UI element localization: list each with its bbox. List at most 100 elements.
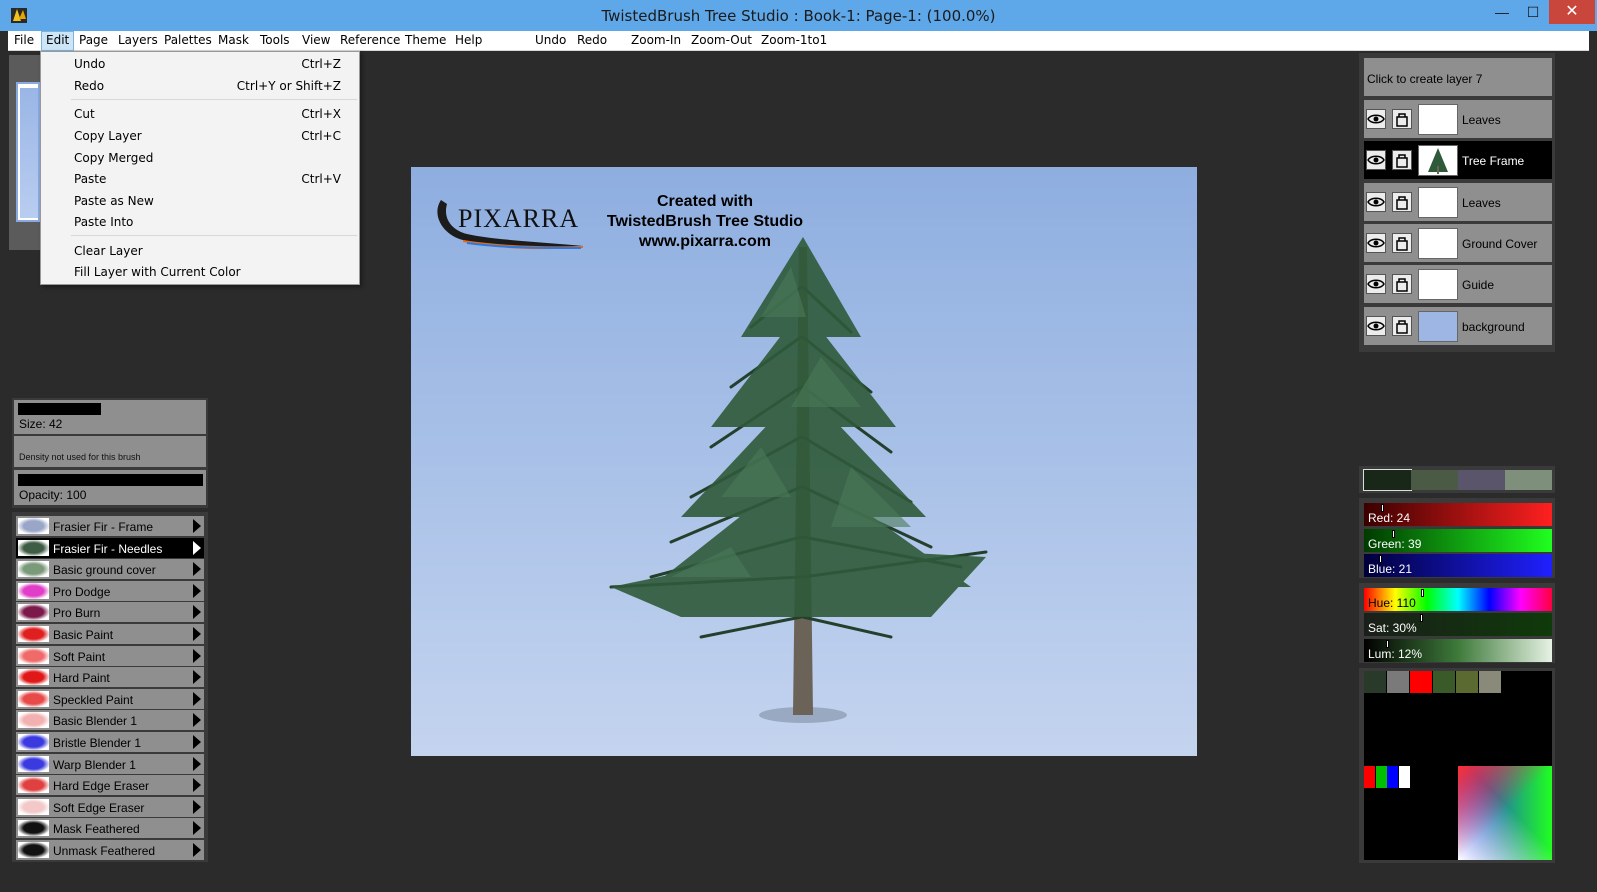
- eye-icon[interactable]: [1366, 315, 1386, 336]
- palette-swatch[interactable]: [1456, 671, 1478, 693]
- palette-swatch[interactable]: [1433, 671, 1455, 693]
- layer-row[interactable]: Tree Frame: [1364, 141, 1552, 180]
- menu-page[interactable]: Page: [79, 33, 108, 47]
- expand-arrow-icon[interactable]: [193, 799, 201, 814]
- toolbar-redo[interactable]: Redo: [577, 33, 607, 47]
- brush-item[interactable]: Mask Feathered: [16, 818, 204, 839]
- brush-item[interactable]: Speckled Paint: [16, 688, 204, 709]
- page-thumbnail[interactable]: [16, 82, 40, 222]
- expand-arrow-icon[interactable]: [193, 540, 201, 555]
- recent-color-swatch[interactable]: [1411, 470, 1458, 490]
- recent-color-swatch[interactable]: [1505, 470, 1552, 490]
- palette-swatch[interactable]: [1387, 766, 1398, 788]
- expand-arrow-icon[interactable]: [193, 519, 201, 533]
- menu-edit[interactable]: Edit: [41, 31, 75, 51]
- menu-reference[interactable]: Reference: [340, 33, 400, 47]
- toolbar-zoom-in[interactable]: Zoom-In: [631, 33, 681, 47]
- menu-item-copy-layer[interactable]: Copy Layer Ctrl+C: [41, 125, 359, 146]
- menu-file[interactable]: File: [14, 33, 34, 47]
- brush-item[interactable]: Basic Paint: [16, 624, 204, 644]
- palette-swatch[interactable]: [1398, 766, 1410, 788]
- color-palette[interactable]: [1364, 671, 1552, 860]
- close-button[interactable]: ✕: [1549, 0, 1595, 24]
- menu-tools[interactable]: Tools: [260, 33, 290, 47]
- eye-icon[interactable]: [1366, 109, 1386, 129]
- palette-swatch[interactable]: [1364, 671, 1386, 693]
- expand-arrow-icon[interactable]: [193, 735, 201, 749]
- eye-icon[interactable]: [1366, 191, 1386, 212]
- blue-slider[interactable]: Blue: 21: [1364, 554, 1552, 577]
- lock-icon[interactable]: [1392, 274, 1412, 295]
- menu-item-redo[interactable]: Redo Ctrl+Y or Shift+Z: [41, 75, 359, 96]
- palette-swatch[interactable]: [1479, 671, 1501, 693]
- menu-mask[interactable]: Mask: [218, 33, 249, 47]
- menu-item-clear-layer[interactable]: Clear Layer: [41, 240, 359, 261]
- expand-arrow-icon[interactable]: [193, 562, 201, 577]
- lock-icon[interactable]: [1392, 150, 1412, 171]
- saturation-slider-thumb[interactable]: [1420, 614, 1423, 622]
- palette-swatch[interactable]: [1410, 671, 1432, 693]
- expand-arrow-icon[interactable]: [193, 670, 201, 685]
- eye-icon[interactable]: [1366, 232, 1386, 253]
- expand-arrow-icon[interactable]: [193, 627, 201, 641]
- menu-item-paste-into[interactable]: Paste Into: [41, 211, 359, 232]
- brush-item[interactable]: Basic Blender 1: [16, 710, 204, 731]
- lock-icon[interactable]: [1392, 109, 1412, 129]
- expand-arrow-icon[interactable]: [193, 778, 201, 793]
- layer-row[interactable]: Guide: [1364, 265, 1552, 304]
- lock-icon[interactable]: [1392, 191, 1412, 212]
- red-slider[interactable]: Red: 24: [1364, 503, 1552, 526]
- brush-item[interactable]: Soft Edge Eraser: [16, 796, 204, 817]
- brush-item[interactable]: Frasier Fir - Needles: [16, 537, 204, 558]
- brush-item[interactable]: Bristle Blender 1: [16, 732, 204, 752]
- brush-item[interactable]: Soft Paint: [16, 645, 204, 666]
- lock-icon[interactable]: [1392, 232, 1412, 253]
- menu-item-paste-as-new[interactable]: Paste as New: [41, 190, 359, 211]
- brush-item[interactable]: Warp Blender 1: [16, 753, 204, 774]
- menu-item-cut[interactable]: Cut Ctrl+X: [41, 103, 359, 124]
- layer-row[interactable]: Ground Cover: [1364, 223, 1552, 262]
- color-picker-square[interactable]: [1458, 766, 1552, 860]
- expand-arrow-icon[interactable]: [193, 756, 201, 771]
- expand-arrow-icon[interactable]: [193, 648, 201, 663]
- menu-view[interactable]: View: [302, 33, 330, 47]
- expand-arrow-icon[interactable]: [193, 843, 201, 857]
- palette-swatch[interactable]: [1387, 671, 1409, 693]
- palette-swatch[interactable]: [1375, 766, 1387, 788]
- expand-arrow-icon[interactable]: [193, 713, 201, 728]
- brush-item[interactable]: Unmask Feathered: [16, 840, 204, 860]
- brush-item[interactable]: Basic ground cover: [16, 559, 204, 580]
- palette-swatch[interactable]: [1364, 766, 1375, 788]
- menu-item-copy-merged[interactable]: Copy Merged: [41, 147, 359, 168]
- toolbar-zoom-out[interactable]: Zoom-Out: [691, 33, 752, 47]
- expand-arrow-icon[interactable]: [193, 605, 201, 620]
- minimize-button[interactable]: —: [1487, 0, 1517, 24]
- lock-icon[interactable]: [1392, 315, 1412, 336]
- toolbar-zoom-1to1[interactable]: Zoom-1to1: [761, 33, 827, 47]
- recent-color-swatch[interactable]: [1363, 469, 1412, 491]
- hue-slider-thumb[interactable]: [1421, 589, 1424, 597]
- menu-theme[interactable]: Theme: [405, 33, 446, 47]
- brush-item[interactable]: Frasier Fir - Frame: [16, 516, 204, 536]
- luminance-slider[interactable]: Lum: 12%: [1364, 639, 1552, 662]
- menu-item-undo[interactable]: Undo Ctrl+Z: [41, 53, 359, 74]
- maximize-button[interactable]: ☐: [1518, 0, 1548, 24]
- brush-item[interactable]: Hard Paint: [16, 667, 204, 688]
- menu-item-paste[interactable]: Paste Ctrl+V: [41, 168, 359, 189]
- layer-row[interactable]: background: [1364, 306, 1552, 345]
- layer-row[interactable]: Leaves: [1364, 100, 1552, 138]
- toolbar-undo[interactable]: Undo: [535, 33, 566, 47]
- painting-canvas[interactable]: [411, 167, 1197, 756]
- menu-help[interactable]: Help: [455, 33, 482, 47]
- recent-color-swatch[interactable]: [1458, 470, 1505, 490]
- green-slider[interactable]: Green: 39: [1364, 529, 1552, 552]
- layer-row[interactable]: Leaves: [1364, 182, 1552, 221]
- eye-icon[interactable]: [1366, 150, 1386, 171]
- menu-palettes[interactable]: Palettes: [164, 33, 212, 47]
- brush-item[interactable]: Hard Edge Eraser: [16, 775, 204, 796]
- brush-item[interactable]: Pro Burn: [16, 602, 204, 623]
- expand-arrow-icon[interactable]: [193, 583, 201, 598]
- expand-arrow-icon[interactable]: [193, 821, 201, 836]
- menu-layers[interactable]: Layers: [118, 33, 158, 47]
- brush-item[interactable]: Pro Dodge: [16, 580, 204, 601]
